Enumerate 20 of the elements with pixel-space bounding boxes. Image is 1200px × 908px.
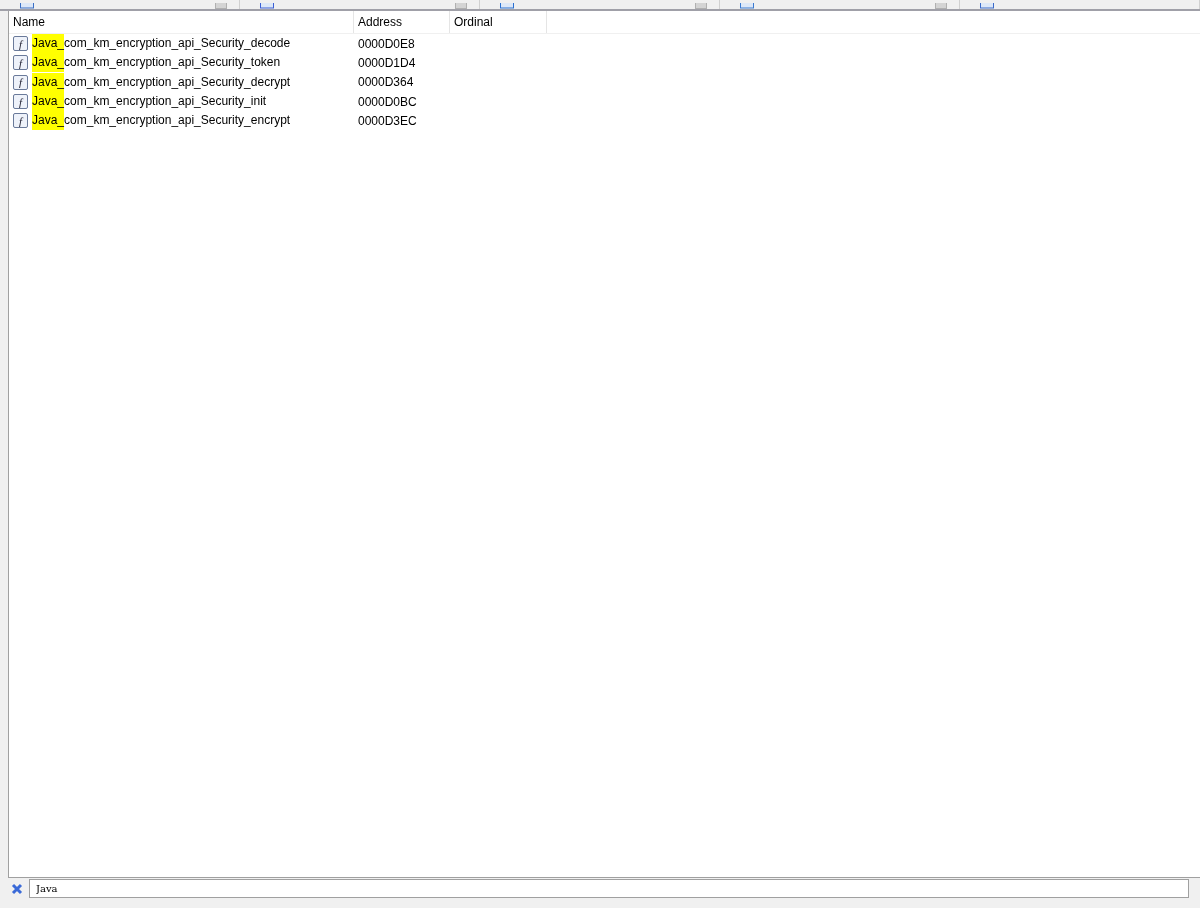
column-header[interactable]: Name bbox=[9, 11, 354, 33]
function-icon: f bbox=[13, 36, 28, 52]
tab-icon bbox=[500, 3, 514, 9]
function-icon: f bbox=[13, 94, 28, 110]
address-cell-text: 0000D3EC bbox=[357, 113, 418, 128]
tab-icon bbox=[980, 3, 994, 9]
address-cell-text: 0000D1D4 bbox=[357, 55, 417, 70]
column-header[interactable]: Ordinal bbox=[450, 11, 547, 33]
address-cell-text: 0000D0BC bbox=[357, 94, 418, 109]
tab-icon bbox=[740, 3, 754, 9]
function-icon: f bbox=[13, 55, 28, 71]
tab-icon bbox=[20, 3, 34, 9]
tab-icon bbox=[260, 3, 274, 9]
close-icon[interactable] bbox=[11, 882, 23, 895]
address-cell-text: 0000D364 bbox=[357, 75, 415, 90]
filter-field[interactable]: Java_ bbox=[29, 879, 1189, 898]
column-header[interactable]: Address bbox=[354, 11, 450, 33]
function-icon: f bbox=[13, 113, 28, 129]
address-cell-text: 0000D0E8 bbox=[357, 36, 416, 51]
function-icon: f bbox=[13, 74, 28, 90]
